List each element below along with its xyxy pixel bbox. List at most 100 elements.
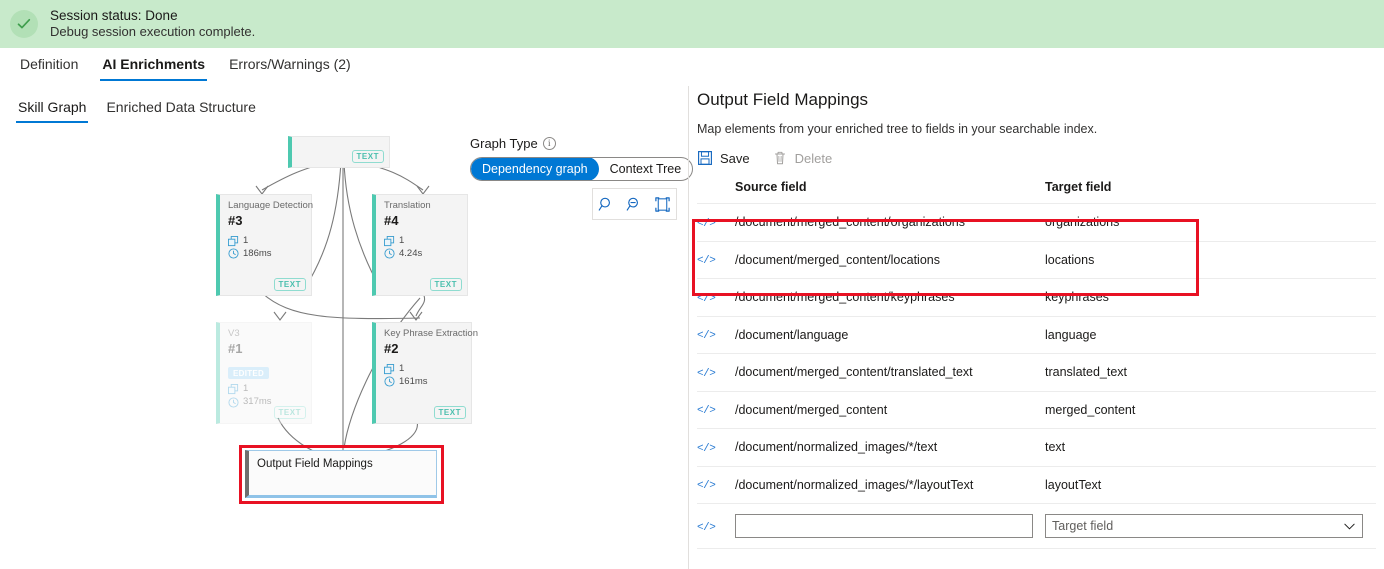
output-field-mappings-panel: Output Field Mappings Map elements from … [697, 90, 1384, 569]
row-target-field[interactable]: organizations [1045, 203, 1376, 241]
graph-node-v3[interactable]: V3 #1 EDITED 1 317ms TEXT [216, 322, 312, 424]
tab-enriched-data-structure[interactable]: Enriched Data Structure [96, 96, 265, 123]
code-icon: </> [697, 255, 716, 268]
session-status-title: Session status: Done [50, 7, 178, 23]
node-number: #3 [228, 213, 243, 229]
node-duration-value: 4.24s [399, 247, 423, 259]
graph-node-language-detection[interactable]: Language Detection #3 1 186ms TEXT [216, 194, 314, 296]
zoom-in-icon[interactable] [598, 196, 615, 213]
node-title: Translation [384, 200, 431, 211]
row-source-field[interactable]: /document/merged_content [735, 390, 1045, 429]
skill-graph-canvas[interactable]: TEXT Language Detection #3 1 186ms TEXT … [0, 128, 688, 569]
info-icon[interactable]: i [542, 137, 556, 150]
clock-icon [384, 248, 395, 259]
output-field-mappings-table: Source field Target field </> /document/… [697, 180, 1376, 549]
node-tag-text: TEXT [351, 150, 384, 163]
table-row-new[interactable]: </> Target field [697, 503, 1376, 549]
graph-node-output-field-mappings[interactable]: Output Field Mappings [245, 450, 437, 498]
check-circle-icon [10, 10, 38, 38]
tab-ai-enrichments[interactable]: AI Enrichments [90, 52, 217, 81]
node-duration-value: 161ms [399, 375, 428, 387]
table-row[interactable]: </> /document/merged_content merged_cont… [697, 390, 1376, 429]
save-label: Save [720, 150, 750, 166]
graph-node-output-label: Output Field Mappings [257, 458, 373, 470]
save-button[interactable]: Save [697, 150, 750, 166]
tab-definition[interactable]: Definition [8, 52, 90, 81]
code-icon: </> [697, 521, 716, 534]
row-source-field[interactable]: /document/normalized_images/*/text [735, 428, 1045, 466]
code-icon: </> [697, 405, 716, 418]
trash-icon [774, 151, 785, 165]
graph-zoom-toolbar [592, 188, 677, 220]
node-tag-text: TEXT [433, 406, 466, 419]
node-executions-value: 1 [243, 383, 249, 395]
panel-command-bar: Save Delete [697, 150, 1384, 166]
table-row[interactable]: </> /document/normalized_images/*/text t… [697, 428, 1376, 466]
row-source-field[interactable]: /document/merged_content/translated_text [735, 353, 1045, 391]
node-title: Language Detection [228, 200, 314, 211]
row-code-icon-cell: </> [697, 240, 735, 279]
node-executions-value: 1 [399, 234, 405, 246]
documents-icon [384, 235, 395, 246]
node-executions-stat: 1 [384, 363, 463, 376]
new-source-field-cell [735, 503, 1045, 549]
graph-type-option-context-tree[interactable]: Context Tree [599, 158, 693, 180]
node-duration-stat: 4.24s [384, 248, 459, 261]
graph-node-key-phrase-extraction[interactable]: Key Phrase Extraction #2 1 161ms TEXT [372, 322, 478, 424]
table-row[interactable]: </> /document/merged_content/keyphrases … [697, 278, 1376, 316]
session-status-banner: Session status: Done Debug session execu… [0, 0, 1384, 48]
node-executions-stat: 1 [384, 235, 459, 248]
tab-errors-warnings[interactable]: Errors/Warnings (2) [217, 52, 363, 81]
code-icon: </> [697, 292, 716, 305]
graph-type-control: Graph Type i Dependency graph Context Tr… [470, 136, 694, 181]
row-source-field[interactable]: /document/merged_content/organizations [735, 203, 1045, 241]
new-target-field-select[interactable]: Target field [1045, 514, 1363, 538]
graph-node-translation[interactable]: Translation #4 1 4.24s TEXT [372, 194, 468, 296]
column-header-target-field: Target field [1045, 180, 1112, 194]
code-icon: </> [697, 217, 716, 230]
row-target-field[interactable]: layoutText [1045, 465, 1376, 504]
panel-subtitle: Map elements from your enriched tree to … [697, 122, 1098, 136]
new-source-field-input[interactable] [735, 514, 1033, 538]
graph-type-option-dependency-graph[interactable]: Dependency graph [471, 158, 599, 180]
row-target-field[interactable]: locations [1045, 240, 1376, 279]
row-source-field[interactable]: /document/language [735, 315, 1045, 354]
table-row[interactable]: </> /document/language language [697, 315, 1376, 354]
node-number: #1 [228, 341, 243, 357]
row-target-field[interactable]: keyphrases [1045, 278, 1376, 316]
node-executions-value: 1 [399, 362, 405, 374]
fit-to-screen-icon[interactable] [654, 196, 671, 213]
graph-type-toggle-group: Dependency graph Context Tree [470, 157, 694, 181]
graph-node-root[interactable]: TEXT [288, 136, 390, 168]
table-row[interactable]: </> /document/normalized_images/*/layout… [697, 465, 1376, 504]
node-executions-stat: 1 [228, 383, 303, 396]
pane-divider [688, 86, 689, 569]
documents-icon [228, 384, 239, 395]
node-duration-stat: 161ms [384, 376, 463, 389]
delete-button[interactable]: Delete [772, 150, 832, 166]
table-row[interactable]: </> /document/merged_content/translated_… [697, 353, 1376, 391]
row-code-icon-cell: </> [697, 428, 735, 466]
panel-title: Output Field Mappings [697, 90, 869, 109]
row-code-icon-cell: </> [697, 203, 735, 241]
new-target-field-cell: Target field [1045, 503, 1376, 549]
row-source-field[interactable]: /document/merged_content/locations [735, 240, 1045, 279]
row-source-field[interactable]: /document/normalized_images/*/layoutText [735, 465, 1045, 504]
save-icon [698, 151, 712, 165]
row-target-field[interactable]: translated_text [1045, 353, 1376, 391]
primary-tab-bar: Definition AI Enrichments Errors/Warning… [0, 52, 1384, 84]
table-row[interactable]: </> /document/merged_content/organizatio… [697, 203, 1376, 241]
row-code-icon-cell: </> [697, 278, 735, 316]
node-tag-text: TEXT [429, 278, 462, 291]
row-target-field[interactable]: text [1045, 428, 1376, 466]
node-number: #2 [384, 341, 399, 357]
node-tag-text: TEXT [273, 278, 306, 291]
column-header-source-field: Source field [735, 180, 807, 194]
table-row[interactable]: </> /document/merged_content/locations l… [697, 240, 1376, 279]
row-code-icon-cell: </> [697, 465, 735, 504]
row-source-field[interactable]: /document/merged_content/keyphrases [735, 278, 1045, 316]
row-target-field[interactable]: merged_content [1045, 390, 1376, 429]
zoom-out-icon[interactable] [626, 196, 643, 213]
tab-skill-graph[interactable]: Skill Graph [8, 96, 96, 123]
row-target-field[interactable]: language [1045, 315, 1376, 354]
